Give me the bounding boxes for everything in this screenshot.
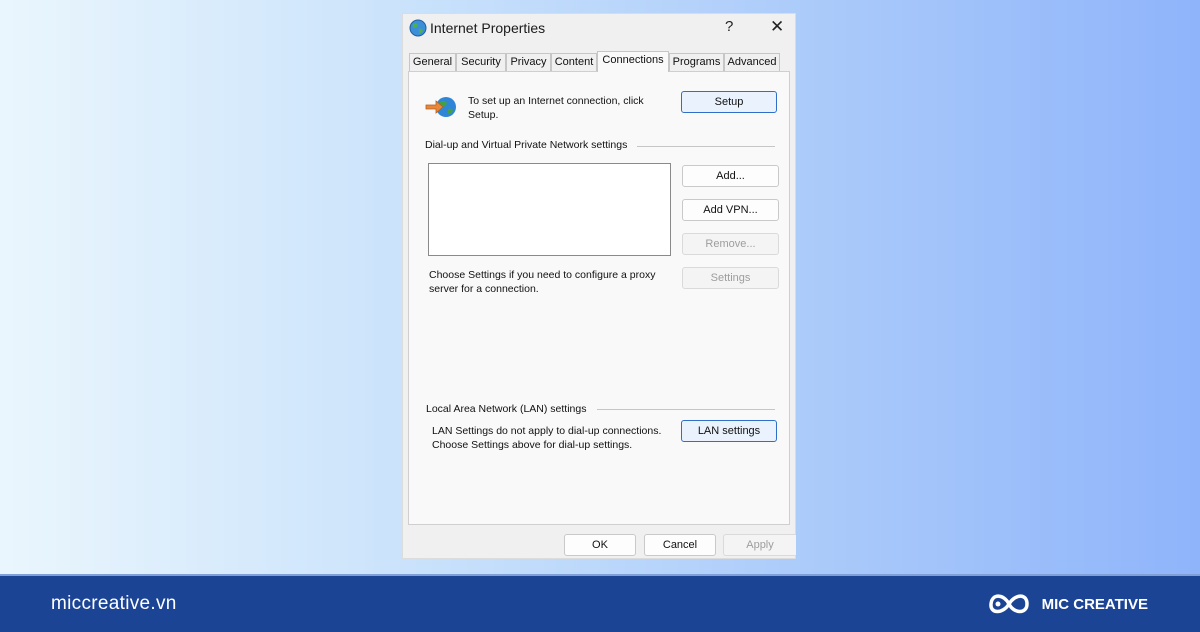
apply-button[interactable]: Apply <box>723 534 796 556</box>
dialog-title: Internet Properties <box>430 20 546 36</box>
setup-description: To set up an Internet connection, click … <box>468 95 644 121</box>
setup-button[interactable]: Setup <box>681 91 777 113</box>
tab-content[interactable]: Content <box>551 53 597 71</box>
cancel-button[interactable]: Cancel <box>644 534 716 556</box>
remove-button[interactable]: Remove... <box>682 233 779 255</box>
tab-advanced[interactable]: Advanced <box>724 53 780 71</box>
connections-panel: To set up an Internet connection, click … <box>408 71 790 525</box>
tab-general[interactable]: General <box>409 53 456 71</box>
globe-icon <box>409 19 427 41</box>
brand-logo: MIC CREATIVE <box>986 589 1148 619</box>
close-button[interactable]: ✕ <box>770 17 784 37</box>
lan-heading: Local Area Network (LAN) settings <box>426 403 587 415</box>
lan-divider <box>597 409 775 410</box>
footer-banner: miccreative.vn MIC CREATIVE <box>0 574 1200 632</box>
internet-setup-icon <box>424 94 458 124</box>
lan-description: LAN Settings do not apply to dial-up con… <box>432 425 662 451</box>
help-button[interactable]: ? <box>725 18 733 35</box>
tab-programs[interactable]: Programs <box>669 53 724 71</box>
proxy-description: Choose Settings if you need to configure… <box>429 269 656 295</box>
ok-button[interactable]: OK <box>564 534 636 556</box>
add-button[interactable]: Add... <box>682 165 779 187</box>
tab-privacy[interactable]: Privacy <box>506 53 551 71</box>
internet-properties-dialog: Internet Properties ? ✕ General Security… <box>402 13 796 559</box>
brand-name: MIC CREATIVE <box>1041 595 1148 613</box>
tab-connections[interactable]: Connections <box>597 51 669 72</box>
site-url[interactable]: miccreative.vn <box>51 593 177 615</box>
dialup-heading: Dial-up and Virtual Private Network sett… <box>425 139 628 151</box>
add-vpn-button[interactable]: Add VPN... <box>682 199 779 221</box>
infinity-logo-icon <box>988 594 1029 614</box>
dialup-divider <box>637 146 775 147</box>
title-bar: Internet Properties ? ✕ <box>403 14 795 46</box>
connections-listbox[interactable] <box>428 163 671 256</box>
lan-settings-button[interactable]: LAN settings <box>681 420 777 442</box>
connection-settings-button[interactable]: Settings <box>682 267 779 289</box>
tab-security[interactable]: Security <box>456 53 506 71</box>
